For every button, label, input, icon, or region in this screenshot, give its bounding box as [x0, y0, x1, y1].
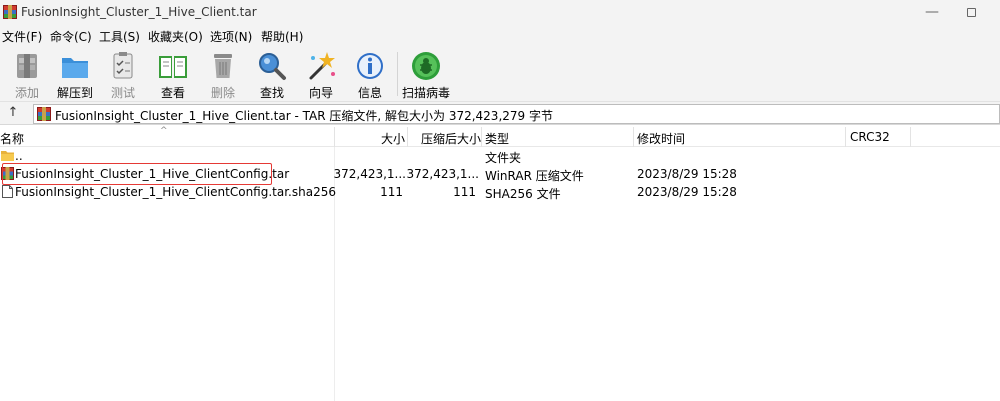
up-folder-button[interactable]: ↑ — [4, 105, 22, 121]
view-book-icon — [159, 56, 187, 78]
folder-icon — [1, 151, 14, 161]
winrar-archive-icon — [37, 107, 51, 121]
column-crc-header[interactable]: CRC32 — [850, 130, 890, 144]
test-button[interactable]: 测试 — [98, 48, 148, 100]
title-bar: FusionInsight_Cluster_1_Hive_Client.tar … — [0, 0, 1000, 26]
address-bar: ↑ FusionInsight_Cluster_1_Hive_Client.ta… — [0, 102, 1000, 125]
column-divider[interactable] — [845, 127, 846, 147]
menu-favorites[interactable]: 收藏夹(O) — [148, 28, 203, 45]
extract-folder-icon — [62, 58, 88, 78]
list-item-sha256[interactable]: FusionInsight_Cluster_1_Hive_ClientConfi… — [0, 183, 1000, 201]
column-divider[interactable] — [407, 127, 408, 147]
column-divider[interactable] — [633, 127, 634, 147]
scan-virus-label: 扫描病毒 — [401, 86, 450, 100]
info-label: 信息 — [357, 86, 382, 100]
file-type: SHA256 文件 — [485, 187, 561, 201]
file-name: FusionInsight_Cluster_1_Hive_ClientConfi… — [15, 185, 336, 199]
file-packed-size: 111 — [453, 185, 476, 199]
menu-file[interactable]: 文件(F) — [2, 28, 42, 45]
column-divider[interactable] — [334, 127, 335, 147]
window-title: FusionInsight_Cluster_1_Hive_Client.tar — [21, 5, 257, 19]
menu-command[interactable]: 命令(C) — [50, 28, 92, 45]
file-size: 111 — [380, 185, 403, 199]
column-divider[interactable] — [910, 127, 911, 147]
column-type-header[interactable]: 类型 — [485, 130, 509, 147]
menu-options[interactable]: 选项(N) — [210, 28, 252, 45]
winrar-app-icon — [3, 5, 17, 19]
file-size: 372,423,1... — [333, 167, 406, 181]
add-archive-icon — [17, 54, 37, 78]
highlight-box — [2, 163, 272, 185]
file-modified: 2023/8/29 15:28 — [637, 185, 737, 199]
column-size-header[interactable]: 大小 — [381, 130, 405, 147]
magic-wand-icon — [309, 52, 335, 80]
file-modified: 2023/8/29 15:28 — [637, 167, 737, 181]
file-list-header: 名称 ^ 大小 压缩后大小 类型 修改时间 CRC32 — [0, 126, 1000, 147]
menu-help[interactable]: 帮助(H) — [261, 28, 303, 45]
column-modified-header[interactable]: 修改时间 — [637, 130, 685, 147]
magnifier-icon — [259, 53, 286, 80]
trash-icon — [214, 54, 232, 78]
sort-ascending-icon: ^ — [160, 126, 168, 136]
minimize-button[interactable]: — — [918, 0, 946, 26]
info-icon — [357, 53, 383, 79]
address-text: FusionInsight_Cluster_1_Hive_Client.tar … — [55, 109, 553, 123]
file-packed-size: 372,423,1... — [406, 167, 479, 181]
column-packed-header[interactable]: 压缩后大小 — [421, 130, 481, 147]
test-clipboard-icon — [113, 52, 133, 79]
file-type: 文件夹 — [485, 151, 522, 165]
file-type: WinRAR 压缩文件 — [485, 169, 584, 183]
column-name-header[interactable]: 名称 — [0, 130, 24, 147]
menu-tools[interactable]: 工具(S) — [99, 28, 140, 45]
address-field[interactable]: FusionInsight_Cluster_1_Hive_Client.tar … — [33, 104, 1000, 124]
view-button[interactable]: 查看 — [148, 48, 198, 100]
file-icon — [2, 185, 13, 198]
info-button[interactable]: 信息 — [345, 48, 395, 100]
menu-bar: 文件(F) 命令(C) 工具(S) 收藏夹(O) 选项(N) 帮助(H) — [0, 26, 1000, 46]
file-name: .. — [15, 149, 23, 163]
column-divider[interactable] — [481, 127, 482, 147]
virus-scan-icon — [412, 52, 440, 80]
toolbar: 添加 解压到 测试 查看 删除 查找 向导 信息 扫描病毒 — [0, 46, 1000, 102]
maximize-icon — [967, 8, 976, 17]
scan-virus-button[interactable]: 扫描病毒 — [401, 48, 451, 100]
maximize-button[interactable] — [958, 0, 986, 26]
